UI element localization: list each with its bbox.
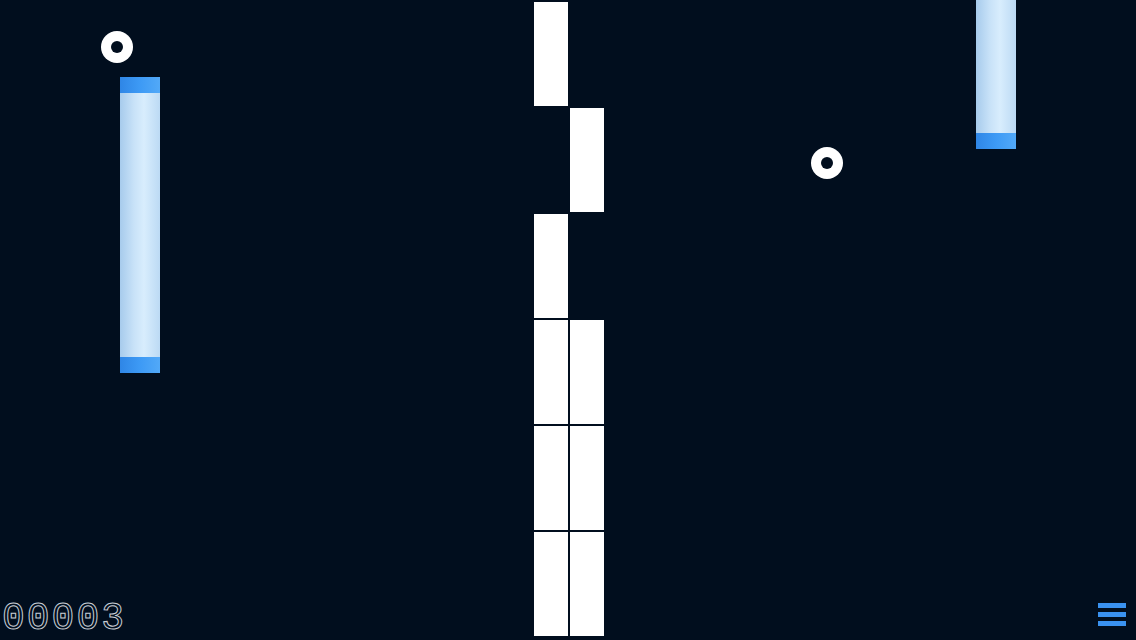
wall-block <box>534 426 568 530</box>
wall-block <box>570 214 604 318</box>
menu-button[interactable] <box>1098 603 1126 627</box>
ball <box>101 31 133 63</box>
game-field: 00003 <box>0 0 1136 640</box>
ball <box>811 147 843 179</box>
wall-block <box>534 532 568 636</box>
score: 00003 <box>2 600 126 638</box>
right-paddle <box>976 0 1016 149</box>
wall-block <box>570 320 604 424</box>
wall-block <box>570 108 604 212</box>
left-paddle[interactable] <box>120 77 160 373</box>
wall-block <box>570 426 604 530</box>
wall-block <box>570 532 604 636</box>
wall-block <box>534 2 568 106</box>
center-wall <box>534 2 604 636</box>
wall-block <box>534 320 568 424</box>
wall-block <box>534 108 568 212</box>
menu-icon[interactable] <box>1098 603 1126 627</box>
wall-block <box>534 214 568 318</box>
wall-block <box>570 2 604 106</box>
